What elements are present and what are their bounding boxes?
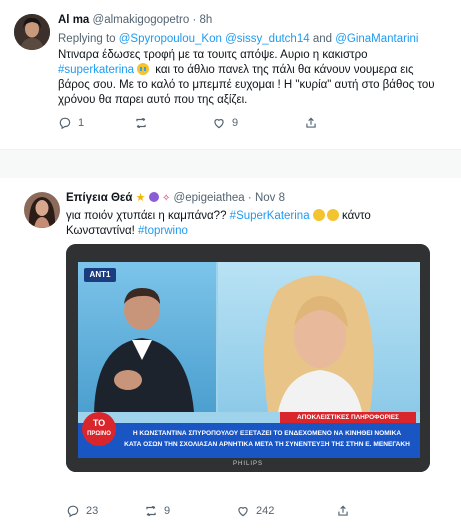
crystal-ball-icon xyxy=(148,192,159,202)
heart-icon xyxy=(238,507,248,517)
avatar[interactable] xyxy=(14,14,50,50)
hashtag-link[interactable]: #SuperKaterina xyxy=(230,210,310,222)
reply-button[interactable]: 23 xyxy=(66,504,144,518)
star-icon: ★ xyxy=(135,192,146,204)
crying-emoji-icon xyxy=(137,63,150,75)
tv-brand: PHILIPS xyxy=(232,461,263,467)
avatar[interactable] xyxy=(24,192,60,228)
news-caption: Η ΚΩΝΣΤΑΝΤΙΝΑ ΣΠΥΡΟΠΟΥΛΟΥ ΕΞΕΤΑΖΕΙ ΤΟ ΕΝ… xyxy=(124,430,410,448)
retweet-button[interactable]: 9 xyxy=(144,504,236,518)
like-button[interactable]: 242 xyxy=(236,504,336,518)
reply-icon xyxy=(67,505,79,518)
presenter-image xyxy=(94,288,194,412)
tweet-media-photo[interactable]: ANT1 ΑΠΟΚΛΕΙΣΤΙΚΕΣ ΠΛΗΡΟΦΟΡΙΕΣ Η ΚΩΝΣΤΑΝ… xyxy=(66,244,430,472)
mention-link[interactable]: @Spyropoulou_Kon xyxy=(119,33,222,45)
tweet-1[interactable]: Al ma @almakigogopetro · 8h Replying to … xyxy=(0,0,461,150)
share-icon xyxy=(338,505,348,516)
mention-link[interactable]: @GinaMantarini xyxy=(335,33,418,45)
lower-third-banner: Η ΚΩΝΣΤΑΝΤΙΝΑ ΣΠΥΡΟΠΟΥΛΟΥ ΕΞΕΤΑΖΕΙ ΤΟ ΕΝ… xyxy=(78,423,420,458)
hashtag-link[interactable]: #toprwino xyxy=(138,225,188,237)
mention-link[interactable]: @sissy_dutch14 xyxy=(225,33,310,45)
tweet-text: για ποιόν χτυπάει η καμπάνα?? #SuperKate… xyxy=(66,209,371,237)
tweet-time[interactable]: Nov 8 xyxy=(255,192,285,204)
guest-photo-image xyxy=(263,275,374,412)
sparkle-icon: ✧ xyxy=(161,193,171,204)
retweet-button[interactable] xyxy=(134,116,212,130)
laughing-emoji-icon xyxy=(326,209,339,221)
author-handle[interactable]: @epigeiathea xyxy=(174,192,245,204)
hashtag-link[interactable]: #superkaterina xyxy=(58,64,134,76)
tweet-text: Ντιναρα έδωσες τροφή με τα τουιτς απόψε.… xyxy=(58,49,435,106)
laughing-emoji-icon xyxy=(312,209,325,221)
retweet-icon xyxy=(146,505,156,517)
reply-button[interactable]: 1 xyxy=(58,116,134,130)
tv-screen: ANT1 ΑΠΟΚΛΕΙΣΤΙΚΕΣ ΠΛΗΡΟΦΟΡΙΕΣ Η ΚΩΝΣΤΑΝ… xyxy=(78,262,420,458)
share-icon xyxy=(306,117,316,128)
retweet-icon xyxy=(136,117,146,129)
replying-to: Replying to @Spyropoulou_Kon @sissy_dutc… xyxy=(58,33,419,45)
exclusive-tag: ΑΠΟΚΛΕΙΣΤΙΚΕΣ ΠΛΗΡΟΦΟΡΙΕΣ xyxy=(280,412,416,423)
author-name[interactable]: Επίγεια Θεά xyxy=(66,192,132,204)
timeline-gap xyxy=(0,150,461,178)
tweet-2[interactable]: Επίγεια Θεά ★ ✧ @epigeiathea · Nov 8 για… xyxy=(0,178,461,532)
tweet-time[interactable]: 8h xyxy=(199,14,212,26)
reply-icon xyxy=(59,117,71,130)
author-handle[interactable]: @almakigogopetro xyxy=(93,14,190,26)
share-button[interactable] xyxy=(304,116,378,130)
share-button[interactable] xyxy=(336,504,406,518)
author-name[interactable]: Al ma xyxy=(58,14,89,26)
like-button[interactable]: 9 xyxy=(212,116,304,130)
heart-icon xyxy=(214,119,224,129)
show-logo: ΤΟ ΠΡΩΙΝΟ xyxy=(82,412,116,446)
